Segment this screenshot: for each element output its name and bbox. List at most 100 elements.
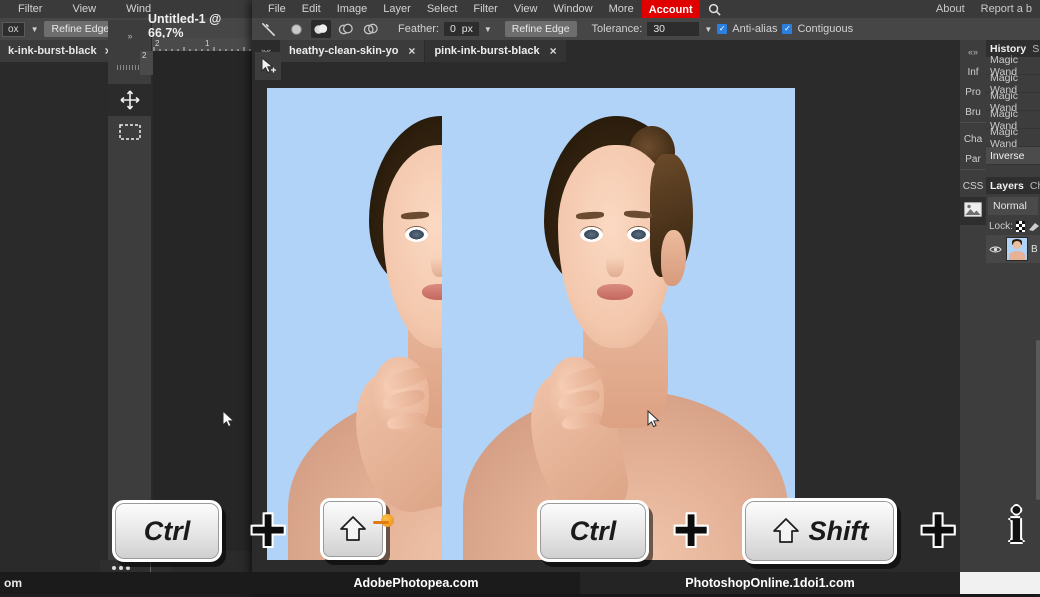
tab-layers[interactable]: Layers (990, 180, 1024, 192)
rail-tab-css[interactable]: CSS (960, 177, 986, 196)
shift-arrow-icon (338, 515, 368, 543)
svg-text:2: 2 (155, 39, 160, 48)
tolerance-label: Tolerance: (591, 23, 643, 35)
contiguous-checkbox[interactable]: ✓ (782, 24, 793, 34)
menubar: File Edit Image Layer Select Filter View… (252, 0, 1040, 18)
menu-layer[interactable]: Layer (375, 0, 419, 18)
history-item[interactable]: Magic Wand (986, 126, 1040, 150)
tab-label: heathy-clean-skin-yo (289, 45, 399, 57)
history-item-selected[interactable]: Inverse (986, 147, 1040, 165)
menu-view[interactable]: View (506, 0, 546, 18)
document-title: Untitled-1 @ 66,7% (148, 12, 222, 40)
brush-lock-icon[interactable] (1028, 221, 1040, 232)
menu-report-bug[interactable]: Report a b (973, 0, 1040, 18)
rail-tab-info[interactable]: Inf (960, 63, 986, 82)
background-document-body (153, 51, 262, 551)
menu-edit[interactable]: Edit (294, 0, 329, 18)
tabbar: »« heathy-clean-skin-yo × pink-ink-burst… (252, 40, 1040, 62)
key-ctrl-left: Ctrl (112, 500, 222, 562)
ruler-horizontal: 2 1 (152, 38, 262, 51)
intersect-with-selection-button[interactable] (361, 20, 381, 38)
key-shift-left (320, 498, 386, 560)
panel-rail: «» Inf Pro Bru Cha Par CSS (960, 40, 986, 572)
rail-tab-channels[interactable]: Cha (960, 130, 986, 149)
watermark-left: AdobePhotopea.com (252, 572, 580, 594)
feather-unit: px (461, 23, 473, 35)
bg-refine-edge-button[interactable]: Refine Edge (44, 21, 117, 37)
watermark-right: PhotoshopOnline.1doi1.com (580, 572, 960, 594)
tolerance-chevron-down-icon[interactable]: ▼ (704, 25, 712, 34)
orange-accent-tail (373, 521, 389, 524)
shift-arrow-icon (771, 517, 801, 545)
double-chevron-icon[interactable]: » (108, 20, 152, 52)
bg-box-field[interactable]: ox (2, 21, 25, 37)
close-icon[interactable]: × (408, 44, 415, 58)
tab-heathy-clean-skin[interactable]: heathy-clean-skin-yo × (280, 40, 425, 62)
bg-tab-pink-ink-burst[interactable]: k-ink-burst-black × (0, 40, 120, 62)
plus-operator-left: + (250, 496, 287, 565)
key-label: Ctrl (143, 515, 191, 546)
tab-pink-ink-burst[interactable]: pink-ink-burst-black × (425, 40, 566, 62)
collapse-chevrons-icon[interactable]: «» (960, 43, 986, 62)
feather-input[interactable]: 0 px (443, 22, 479, 36)
antialias-label[interactable]: Anti-alias (732, 23, 777, 35)
menu-more[interactable]: More (601, 0, 642, 18)
layer-row[interactable]: B (986, 235, 1040, 263)
tab-label: pink-ink-burst-black (434, 45, 540, 57)
bg-menu-view[interactable]: View (64, 0, 104, 18)
refine-edge-button[interactable]: Refine Edge (504, 21, 577, 37)
layer-name: B (1031, 243, 1038, 255)
right-canvas[interactable] (442, 88, 795, 560)
transparency-lock-icon[interactable] (1015, 221, 1025, 232)
close-icon[interactable]: × (550, 44, 557, 58)
blend-mode-select[interactable]: Normal (988, 197, 1038, 215)
menu-file[interactable]: File (260, 0, 294, 18)
plus-operator-trailing: + (920, 496, 957, 565)
svg-text:1: 1 (205, 39, 210, 48)
lock-label: Lock: (989, 221, 1013, 232)
new-selection-button[interactable] (286, 20, 306, 38)
add-to-selection-button[interactable] (311, 20, 331, 38)
plus-operator-right: + (673, 496, 710, 565)
layer-thumbnail[interactable] (1006, 237, 1028, 261)
magic-wand-icon[interactable] (256, 21, 281, 38)
rail-tab-brushes[interactable]: Bru (960, 103, 986, 123)
menu-image[interactable]: Image (329, 0, 376, 18)
feather-label: Feather: (398, 23, 439, 35)
tab-channels[interactable]: Ch (1030, 180, 1040, 192)
menu-filter[interactable]: Filter (465, 0, 505, 18)
subtract-from-selection-button[interactable] (336, 20, 356, 38)
account-button[interactable]: Account (641, 0, 700, 18)
eye-icon[interactable] (988, 245, 1003, 254)
key-label: Shift (808, 515, 869, 546)
rail-tab-properties[interactable]: Pro (960, 83, 986, 102)
menu-window[interactable]: Window (546, 0, 601, 18)
rectangular-marquee-tool[interactable] (108, 116, 152, 148)
feather-value: 0 (449, 23, 456, 35)
options-bar: Feather: 0 px ▼ Refine Edge Tolerance: 3… (252, 18, 1040, 40)
bg-menu-filter[interactable]: Filter (10, 0, 50, 18)
key-label: Ctrl (569, 515, 617, 546)
ruler-tick-label: 2 (142, 51, 147, 60)
feather-chevron-down-icon[interactable]: ▼ (484, 25, 492, 34)
mouse-cursor-right (647, 409, 661, 430)
bg-chevron-down-icon[interactable]: ▼ (31, 25, 39, 34)
tolerance-input[interactable]: 30 (647, 22, 700, 36)
contiguous-label[interactable]: Contiguous (797, 23, 853, 35)
move-cursor-icon[interactable] (255, 52, 281, 80)
key-shift-right: Shift (742, 498, 897, 564)
menu-select[interactable]: Select (419, 0, 466, 18)
panel-scrollbar[interactable] (1036, 340, 1040, 500)
key-letter-i: i (1009, 497, 1024, 554)
menu-about[interactable]: About (928, 0, 973, 18)
panel-column: History S Magic Wand Magic Wand Magic Wa… (986, 40, 1040, 572)
search-icon[interactable] (700, 0, 729, 18)
antialias-checkbox[interactable]: ✓ (717, 24, 728, 34)
move-tool[interactable] (108, 84, 152, 116)
bg-tab-label: k-ink-burst-black (8, 45, 97, 57)
ruler-vertical: 2 (140, 51, 153, 75)
layers-panel-tabs: Layers Ch (986, 177, 1040, 194)
background-status-bar: om (0, 572, 252, 594)
rail-tab-paragraph[interactable]: Par (960, 150, 986, 170)
image-panel-icon[interactable] (960, 197, 986, 225)
